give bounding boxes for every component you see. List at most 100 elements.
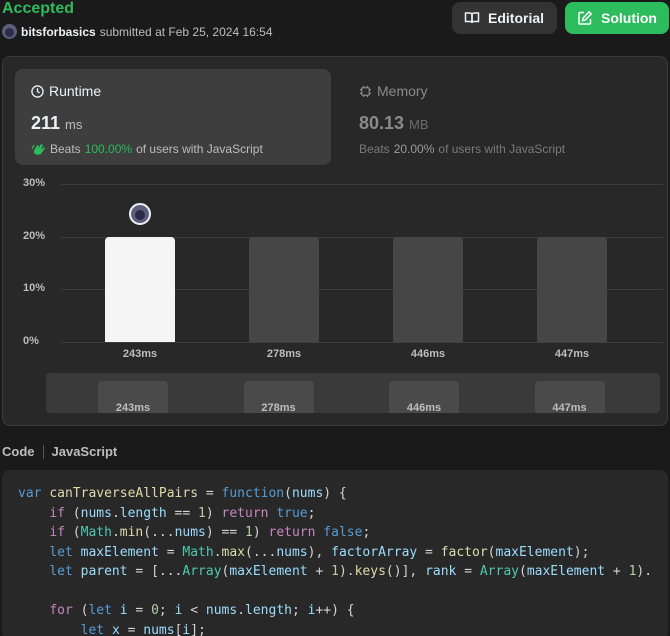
code-token: let: [80, 622, 105, 636]
chart-bar[interactable]: [393, 236, 463, 342]
mini-chart-label: 447ms: [552, 402, 587, 413]
submission-status: Accepted: [2, 0, 75, 17]
x-tick-label: 243ms: [122, 348, 158, 360]
code-line: if (nums.length == 1) return true;: [18, 504, 652, 524]
edit-icon: [578, 10, 593, 25]
code-token: (: [284, 486, 292, 501]
code-token: return: [221, 505, 269, 521]
code-token: maxElement: [526, 564, 606, 579]
code-token: ;: [362, 525, 371, 540]
runtime-beats-suffix: of users with JavaScript: [136, 142, 263, 156]
code-token: (: [72, 603, 89, 618]
code-token: +: [307, 564, 332, 579]
code-token: ): [205, 505, 222, 521]
code-token: function: [221, 486, 285, 501]
book-icon: [464, 12, 480, 24]
code-line: let maxElement = Math.max(...nums), fact…: [18, 543, 652, 563]
code-token: +: [605, 564, 629, 579]
code-token: if: [49, 525, 65, 540]
chart-bar[interactable]: [249, 236, 319, 342]
code-token: 1: [245, 525, 253, 540]
code-token: <: [182, 603, 206, 618]
runtime-beats-label: Beats: [50, 142, 81, 156]
submitter-info: bitsforbasics submitted at Feb 25, 2024 …: [2, 24, 273, 39]
runtime-value: 211 ms: [31, 113, 315, 134]
code-language: JavaScript: [51, 444, 118, 459]
username-link[interactable]: bitsforbasics: [21, 25, 96, 39]
solution-button[interactable]: Solution: [565, 2, 669, 34]
code-token: for: [49, 603, 73, 618]
memory-unit: MB: [409, 117, 429, 132]
code-token: keys: [354, 564, 386, 579]
code-token: min: [119, 525, 144, 540]
code-token: (: [487, 544, 496, 560]
code-token: nums: [291, 486, 324, 501]
runtime-beats-pct: 100.00%: [84, 142, 133, 156]
code-token: let: [49, 564, 73, 579]
code-token: ;: [307, 505, 316, 521]
code-token: nums: [143, 622, 175, 636]
mini-chart-label: 243ms: [115, 402, 151, 413]
submitted-time: submitted at Feb 25, 2024 16:54: [99, 24, 273, 39]
your-submission-avatar: [129, 202, 151, 225]
runtime-distribution-chart: 30% 20% 10% 0% 243ms 278ms 446ms 447ms: [3, 167, 669, 367]
x-tick-label: 278ms: [266, 348, 302, 360]
code-token: (: [64, 505, 81, 521]
code-token: =: [127, 603, 152, 618]
code-token: ==: [166, 505, 199, 521]
memory-beats-label: Beats: [359, 142, 390, 156]
runtime-title-text: Runtime: [49, 83, 102, 99]
code-token: ;: [291, 603, 308, 618]
code-block[interactable]: var canTraverseAllPairs = function(nums)…: [2, 470, 668, 636]
code-token: =: [119, 622, 144, 636]
chart-gridline: [61, 184, 663, 185]
code-token: = [...: [127, 564, 183, 579]
code-token: factor: [440, 544, 488, 560]
code-token: true: [276, 505, 308, 521]
mini-chart-label: 446ms: [406, 402, 442, 413]
clock-icon: [31, 84, 44, 98]
user-avatar[interactable]: [2, 24, 17, 39]
runtime-card[interactable]: Runtime 211 ms Beats 100.00% of users wi…: [15, 69, 331, 165]
code-token: false: [323, 525, 363, 540]
code-token: Array: [182, 564, 222, 579]
performance-panel: Runtime 211 ms Beats 100.00% of users wi…: [2, 56, 668, 426]
code-token: i: [119, 603, 128, 618]
code-token: rank: [425, 564, 457, 579]
code-token: .: [111, 525, 120, 540]
memory-title: Memory: [359, 83, 643, 99]
memory-title-text: Memory: [377, 83, 428, 99]
code-token: canTraverseAllPairs: [49, 486, 199, 501]
y-tick-label: 20%: [23, 229, 46, 242]
code-token: Array: [479, 564, 519, 579]
code-token: nums: [80, 505, 112, 521]
code-token: ).: [636, 564, 652, 579]
code-token: .: [237, 603, 246, 618]
code-token: ) {: [323, 486, 347, 501]
code-line: if (Math.min(...nums) == 1) return false…: [18, 523, 652, 543]
code-line: let parent = [...Array(maxElement + 1).k…: [18, 562, 652, 582]
code-token: ;: [158, 603, 175, 618]
chart-bar[interactable]: [537, 236, 607, 342]
code-token: (: [519, 564, 527, 579]
distribution-range-selector[interactable]: 243ms 278ms 446ms 447ms: [46, 373, 660, 413]
code-token: Math: [80, 525, 112, 540]
editorial-button[interactable]: Editorial: [452, 2, 557, 34]
runtime-beats: Beats 100.00% of users with JavaScript: [31, 142, 315, 156]
code-token: ) ==: [205, 525, 246, 540]
code-token: maxElement: [495, 544, 574, 560]
code-token: ++) {: [315, 603, 355, 618]
memory-beats: Beats 20.00% of users with JavaScript: [359, 142, 643, 156]
code-token: max: [221, 544, 246, 560]
memory-card[interactable]: Memory 80.13 MB Beats 20.00% of users wi…: [343, 69, 659, 165]
solution-label: Solution: [601, 10, 657, 26]
code-token: if: [49, 505, 65, 521]
chart-bar[interactable]: [105, 236, 175, 342]
